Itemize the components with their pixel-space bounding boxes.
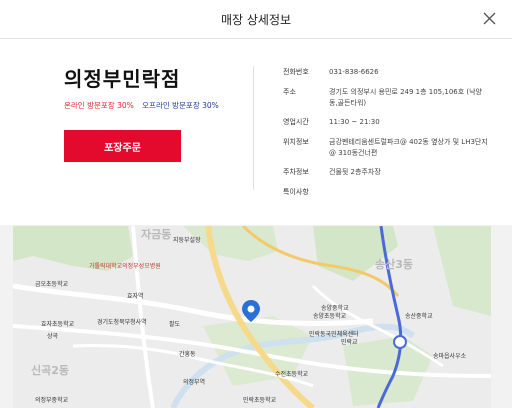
detail-label: 위치정보 [283,138,309,146]
offline-discount: 오프라인 방문포장 30% [142,101,219,110]
header: 매장 상세정보 [0,0,512,39]
map-label-area: 신곡2동 [31,363,69,377]
detail-value: 건물뒷 2층주차장 [329,168,381,176]
detail-label: 주소 [283,88,296,96]
detail-label: 영업시간 [283,118,309,126]
detail-label: 전화번호 [283,68,309,76]
map-label-place: 민락동국민체육센터 [309,330,359,338]
store-map[interactable]: 자금동 송산3동 신곡2동 가톨릭대학교의정부성모병원 지둥부설장 금오초등학교… [13,226,491,408]
map-label-place: 수전초등학교 [275,370,309,378]
detail-value: 11:30 ~ 21:30 [329,118,380,126]
detail-value: 금강펜테리움센트럴파크@ 402동 옆상가 및 LH3단지@ 310동건너편 [329,138,488,157]
map-label-place: 의정부중학교 [35,396,69,404]
map-label-place: 송양중학교 [321,304,349,312]
map-label-place: 지둥부설장 [173,236,201,244]
map-label-place: 효자역 [127,292,144,300]
map-label-place: 효자초등학교 [41,320,75,328]
close-icon[interactable] [483,12,496,25]
map-label-place: 민락교 [341,338,358,346]
detail-label: 주차정보 [283,168,309,176]
map-label-place: 송양초등학교 [313,312,347,320]
map-label-place: 송산중학교 [405,312,433,320]
map-label-area: 송산3동 [375,257,413,271]
map-canvas[interactable]: 자금동 송산3동 신곡2동 가톨릭대학교의정부성모병원 지둥부설장 금오초등학교… [13,226,491,408]
detail-value: 경기도 의정부시 용민로 249 1층 105,106호 (낙양동,골든타워) [329,88,483,107]
station-marker [393,335,407,349]
page-title: 매장 상세정보 [220,13,292,27]
store-name: 의정부민락점 [64,67,181,91]
online-discount: 온라인 방문포장 30% [64,101,134,110]
detail-label: 특이사항 [283,188,309,196]
map-label-place: 금오초등학교 [35,280,69,288]
map-label-place: 상곡 [47,332,59,340]
discount-info: 온라인 방문포장 30% 오프라인 방문포장 30% [64,100,219,111]
map-label-area: 자금동 [141,227,171,241]
map-label-place: 송마읍사우소 [433,352,467,360]
map-label-place: 의정부역 [183,378,205,386]
map-label-place: 가톨릭대학교의정부성모병원 [89,262,161,270]
map-label-place: 간흥동 [179,350,196,358]
map-label-place: 민락초등학교 [243,396,277,404]
detail-value: 031-838-6626 [329,68,379,76]
order-button[interactable]: 포장주문 [64,130,181,162]
map-label-place: 경기도청북부청사역 [97,318,147,326]
divider [253,66,254,190]
map-label-place: 팔도 [169,321,181,328]
